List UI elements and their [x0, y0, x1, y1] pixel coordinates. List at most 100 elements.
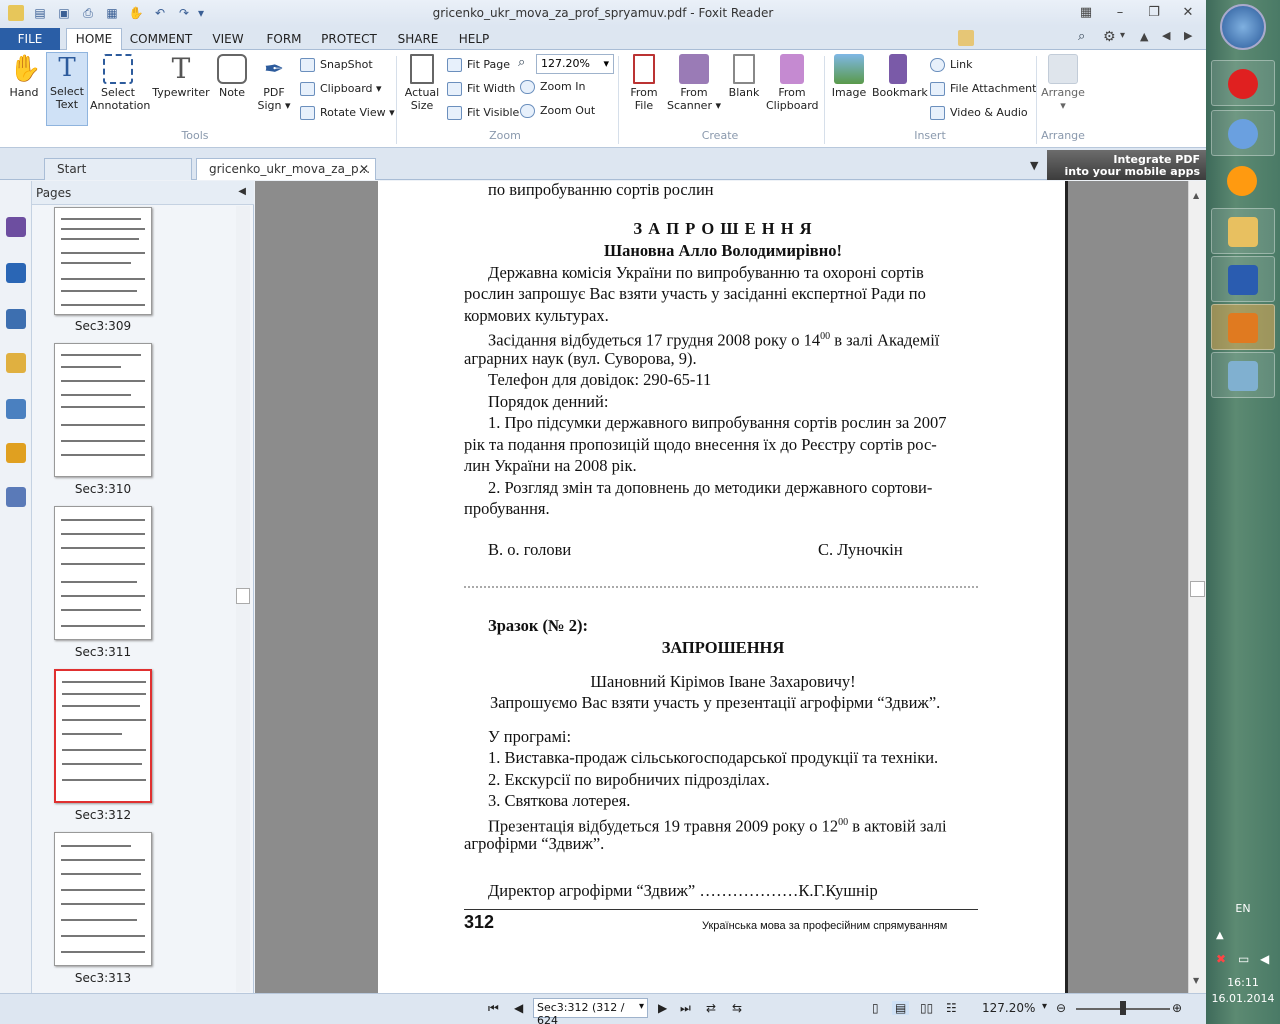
zoom-select[interactable]: 127.20% ▾	[536, 54, 614, 74]
select-annotation-button[interactable]: Select Annotation	[90, 54, 150, 120]
zoom-slider-thumb[interactable]	[1120, 1001, 1126, 1015]
bookmark-button[interactable]: Bookmark	[872, 54, 928, 120]
arrange-button[interactable]: Arrange ▾	[1040, 54, 1086, 120]
taskbar-messenger[interactable]	[1211, 158, 1275, 204]
fit-width-button[interactable]: Fit Width	[447, 80, 515, 98]
zoom-in-button[interactable]: Zoom In	[520, 78, 585, 96]
tab-view[interactable]: VIEW	[206, 30, 250, 50]
zoom-in-circle-icon[interactable]: ⊕	[1172, 1001, 1182, 1015]
security-lock-icon[interactable]	[6, 443, 26, 463]
signatures-icon[interactable]	[6, 487, 26, 507]
close-button[interactable]: ✕	[1174, 4, 1202, 22]
next-view-icon[interactable]: ⇆	[732, 1001, 742, 1015]
collapse-panel-icon[interactable]: ◀	[238, 186, 246, 197]
layers-icon[interactable]	[6, 309, 26, 329]
gear-icon[interactable]: ⚙	[1103, 29, 1116, 45]
page-thumbnail-313[interactable]	[54, 832, 152, 966]
hand-button[interactable]: ✋ Hand	[4, 54, 44, 120]
comments-icon[interactable]	[6, 353, 26, 373]
zoom-chevron-icon[interactable]: ▾	[1042, 1001, 1047, 1012]
pdf-sign-button[interactable]: ✒ PDF Sign ▾	[254, 54, 294, 120]
network-icon[interactable]: ✖	[1216, 952, 1226, 966]
page-thumbnail-310[interactable]	[54, 343, 152, 477]
bookmarks-icon[interactable]	[6, 217, 26, 237]
restore-button[interactable]: ❐	[1140, 4, 1168, 22]
continuous-page-icon[interactable]: ▤	[892, 1001, 910, 1015]
previous-page-icon[interactable]: ◀	[514, 1001, 523, 1015]
taskbar-explorer[interactable]	[1211, 208, 1275, 254]
pages-scrollbar[interactable]	[236, 206, 250, 992]
from-file-button[interactable]: From File	[624, 54, 664, 120]
taskbar-foxit[interactable]	[1211, 304, 1275, 350]
snapshot-button[interactable]: SnapShot	[300, 56, 373, 74]
fit-page-button[interactable]: Fit Page	[447, 56, 510, 74]
tab-document[interactable]: gricenko_ukr_mova_za_p... ✕	[196, 158, 376, 180]
facing-page-icon[interactable]: ▯▯	[920, 1001, 933, 1015]
search-icon[interactable]: ⌕	[1078, 29, 1085, 44]
rotate-view-button[interactable]: Rotate View ▾	[300, 104, 395, 122]
file-attachment-button[interactable]: File Attachment	[930, 80, 1036, 98]
next-page-icon[interactable]: ▶	[658, 1001, 667, 1015]
tab-form[interactable]: FORM	[262, 30, 306, 50]
taskbar-opera[interactable]	[1211, 60, 1275, 106]
continuous-facing-icon[interactable]: ☷	[946, 1001, 957, 1015]
gear-chevron-icon[interactable]: ▾	[1120, 30, 1125, 41]
taskbar-word[interactable]	[1211, 256, 1275, 302]
pages-scroll-thumb[interactable]	[236, 588, 250, 604]
page-thumbnail-309[interactable]	[54, 207, 152, 315]
page-number-input[interactable]: Sec3:312 (312 / 624 ▾	[533, 998, 648, 1024]
from-clipboard-button[interactable]: From Clipboard	[766, 54, 819, 120]
promo-banner[interactable]: Integrate PDF into your mobile apps	[1047, 150, 1206, 180]
clock-time[interactable]: 16:11	[1206, 976, 1280, 989]
volume-icon[interactable]: ◀	[1260, 952, 1269, 966]
tab-home[interactable]: HOME	[66, 28, 122, 51]
single-page-icon[interactable]: ▯	[872, 1001, 879, 1015]
pages-icon[interactable]	[6, 263, 26, 283]
clock-date[interactable]: 16.01.2014	[1206, 992, 1280, 1005]
note-button[interactable]: Note	[214, 54, 250, 120]
typewriter-button[interactable]: T Typewriter	[150, 54, 212, 120]
tab-list-chevron-icon[interactable]: ▼	[1030, 159, 1038, 172]
previous-view-icon[interactable]: ⇄	[706, 1001, 716, 1015]
last-page-icon[interactable]: ⏭	[680, 1001, 691, 1016]
scroll-up-icon[interactable]: ▲	[1193, 191, 1199, 200]
collapse-ribbon-icon[interactable]: ▲	[1140, 30, 1148, 43]
tab-share[interactable]: SHARE	[392, 30, 444, 50]
attachments-icon[interactable]	[6, 399, 26, 419]
zoom-out-circle-icon[interactable]: ⊖	[1056, 1001, 1066, 1015]
fit-visible-button[interactable]: Fit Visible	[447, 104, 519, 122]
language-indicator[interactable]: EN	[1206, 902, 1280, 915]
video-audio-button[interactable]: Video & Audio	[930, 104, 1028, 122]
image-button[interactable]: Image	[830, 54, 868, 120]
taskbar-notes[interactable]	[1211, 352, 1275, 398]
search-document-icon[interactable]	[958, 30, 974, 46]
document-scroll-thumb[interactable]	[1190, 581, 1205, 597]
blank-button[interactable]: Blank	[724, 54, 764, 120]
page-thumbnail-312-current[interactable]	[54, 669, 152, 803]
link-button[interactable]: Link	[930, 56, 973, 74]
tab-start[interactable]: Start	[44, 158, 192, 180]
tab-file[interactable]: FILE	[0, 28, 60, 50]
next-arrow-icon[interactable]: ▶	[1184, 29, 1192, 42]
tab-help[interactable]: HELP	[454, 30, 494, 50]
doc-heading-2: ЗАПРОШЕННЯ	[661, 638, 785, 657]
zoom-out-button[interactable]: Zoom Out	[520, 102, 595, 120]
first-page-icon[interactable]: ⏮	[488, 1001, 499, 1016]
layout-icon[interactable]: ▦	[1072, 4, 1100, 22]
page-thumbnail-311[interactable]	[54, 506, 152, 640]
clipboard-button[interactable]: Clipboard ▾	[300, 80, 382, 98]
minimize-button[interactable]: –	[1106, 4, 1134, 22]
document-scrollbar[interactable]: ▲ ▼	[1188, 181, 1206, 993]
actual-size-button[interactable]: Actual Size	[402, 54, 442, 120]
tray-arrow-icon[interactable]: ▲	[1216, 930, 1224, 941]
prev-arrow-icon[interactable]: ◀	[1162, 29, 1170, 42]
display-icon[interactable]: ▭	[1238, 952, 1249, 966]
taskbar-safari[interactable]	[1211, 110, 1275, 156]
tab-comment[interactable]: COMMENT	[128, 30, 194, 50]
scroll-down-icon[interactable]: ▼	[1193, 976, 1199, 985]
from-scanner-button[interactable]: From Scanner ▾	[666, 54, 722, 120]
select-text-button[interactable]: T Select Text	[46, 52, 88, 126]
close-tab-icon[interactable]: ✕	[359, 159, 369, 179]
start-button-icon[interactable]	[1220, 4, 1266, 50]
tab-protect[interactable]: PROTECT	[318, 30, 380, 50]
